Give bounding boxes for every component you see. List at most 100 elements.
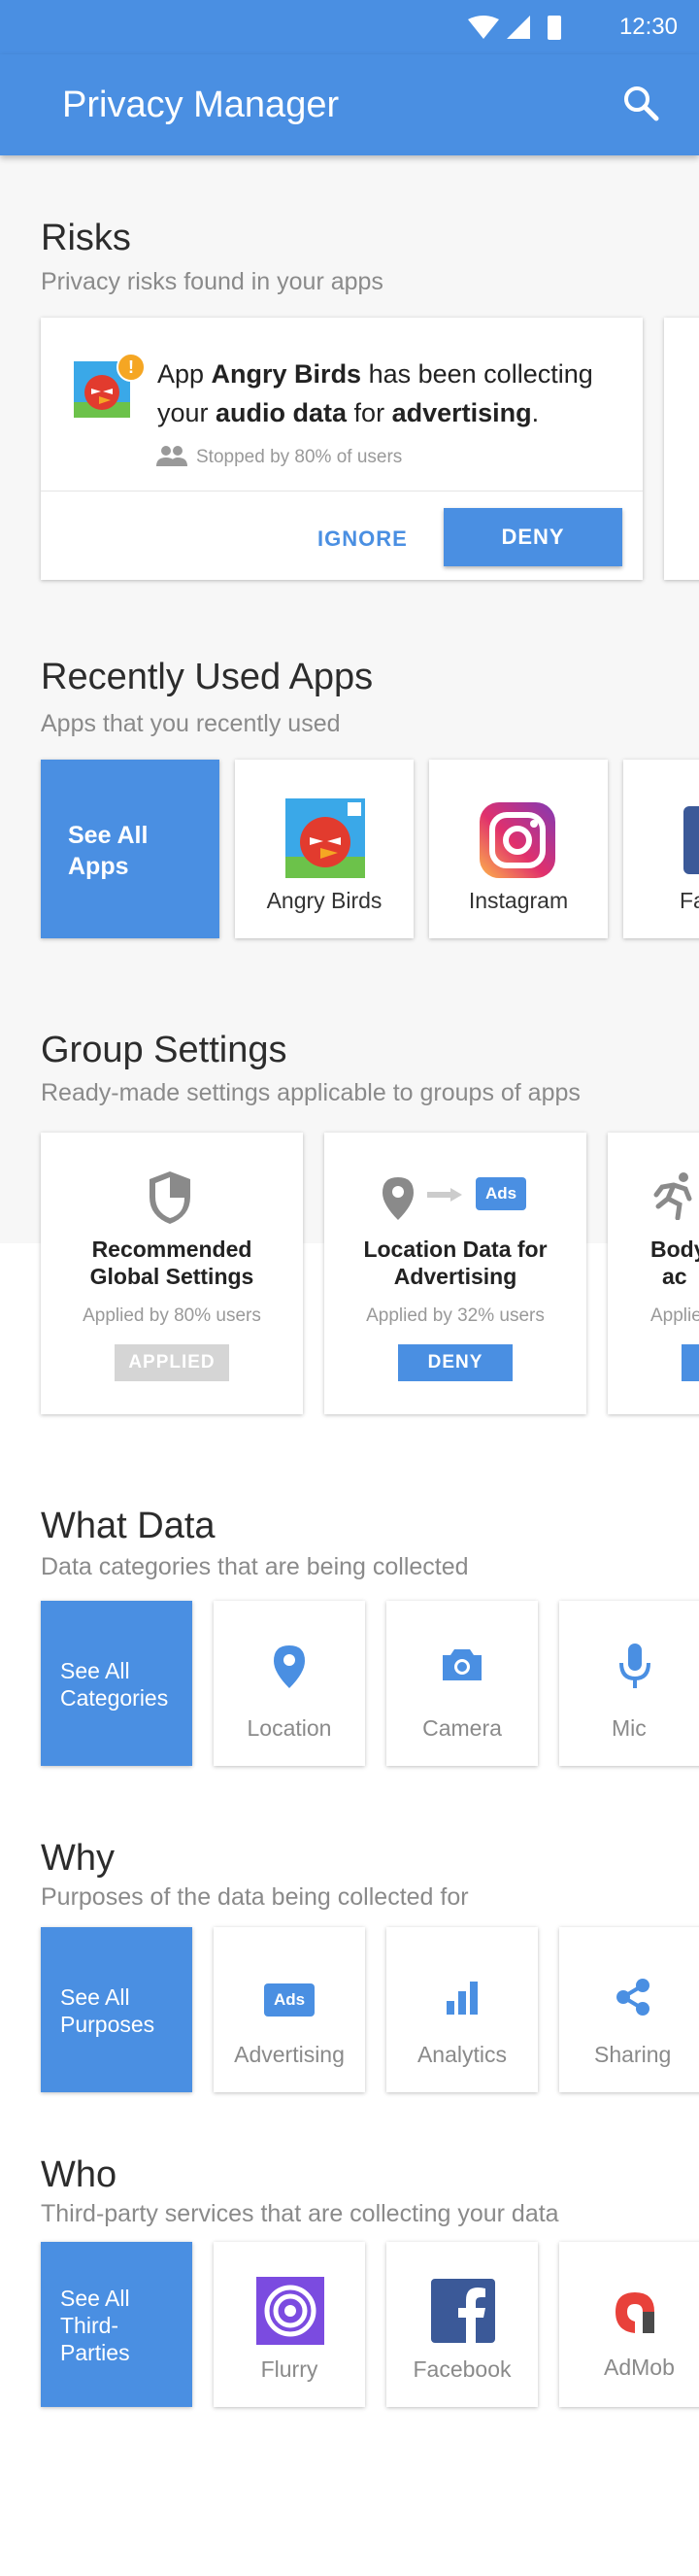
risk-message: App Angry Birds has been collecting your … — [157, 355, 623, 432]
risk-data-type: audio data — [216, 398, 348, 427]
facebook-icon — [683, 806, 699, 874]
share-icon — [616, 1979, 649, 2016]
risk-card-next[interactable] — [664, 318, 699, 580]
app-bar: Privacy Manager — [0, 54, 699, 155]
app-label: Instagram — [468, 888, 569, 913]
see-all-third-parties-line3: Parties — [60, 2340, 130, 2365]
admob-icon — [616, 2292, 654, 2333]
status-bar: 12:30 — [0, 0, 699, 54]
category-label: Camera — [422, 1715, 502, 1741]
microphone-icon — [619, 1644, 650, 1688]
recent-apps-subtitle: Apps that you recently used — [41, 710, 341, 737]
third-party-label: AdMob — [604, 2355, 675, 2380]
third-party-tile-admob[interactable]: AdMob — [559, 2242, 699, 2407]
what-data-subtitle: Data categories that are being collected — [41, 1553, 469, 1580]
app-title: Privacy Manager — [62, 85, 340, 125]
see-all-apps-line1: See All — [68, 822, 149, 849]
deny-button[interactable]: DENY — [444, 508, 622, 566]
risk-line2-prefix: your — [157, 398, 216, 427]
ads-icon: Ads — [264, 1983, 315, 2017]
app-tile-instagram[interactable]: Instagram — [429, 760, 608, 938]
category-tile-location[interactable]: Location — [214, 1601, 365, 1766]
app-tile-angry-birds[interactable]: Angry Birds — [235, 760, 414, 938]
facebook-logo-icon — [431, 2279, 495, 2343]
instagram-icon — [480, 802, 555, 878]
flurry-icon — [256, 2277, 324, 2345]
group-card-title-2: Global Settings — [89, 1264, 254, 1289]
warning-badge-icon: ! — [116, 353, 146, 382]
third-party-tile-flurry[interactable]: Flurry — [214, 2242, 365, 2407]
risk-suffix: . — [531, 398, 540, 427]
third-party-label: Facebook — [413, 2356, 512, 2382]
risk-middle2: for — [347, 398, 392, 427]
group-card-title: Recommended — [91, 1237, 252, 1262]
recent-apps-title: Recently Used Apps — [41, 657, 374, 697]
third-party-label: Flurry — [260, 2356, 318, 2382]
group-card-location-ads[interactable]: Ads Location Data for Advertising Applie… — [324, 1133, 586, 1414]
group-settings-title: Group Settings — [41, 1030, 287, 1070]
group-card-applied: Applie — [650, 1305, 699, 1326]
running-icon — [653, 1172, 692, 1220]
status-icons — [468, 16, 561, 40]
bar-chart-icon — [447, 1982, 478, 2015]
category-label: Mic — [612, 1715, 647, 1741]
risks-subtitle: Privacy risks found in your apps — [41, 268, 383, 295]
purpose-label: Advertising — [234, 2042, 345, 2067]
deny-button[interactable]: DENY — [398, 1344, 513, 1381]
group-card-applied: Applied by 32% users — [366, 1305, 545, 1326]
risk-prefix: App — [157, 359, 212, 389]
see-all-third-parties-line2: Third- — [60, 2313, 119, 2338]
who-subtitle: Third-party services that are collecting… — [41, 2200, 559, 2227]
group-card-recommended[interactable]: Recommended Global Settings Applied by 8… — [41, 1133, 303, 1414]
group-card-title: Body — [650, 1237, 699, 1262]
wifi-icon — [468, 16, 499, 39]
see-all-third-parties-tile[interactable]: See All Third- Parties — [41, 2242, 192, 2407]
camera-icon — [443, 1649, 482, 1680]
group-card-title: Location Data for — [363, 1237, 548, 1262]
angry-birds-icon — [285, 798, 365, 878]
stopped-by-text: Stopped by 80% of users — [196, 447, 403, 467]
what-data-title: What Data — [41, 1506, 216, 1546]
third-party-tile-facebook[interactable]: Facebook — [386, 2242, 538, 2407]
group-card-title-2: ac — [662, 1264, 687, 1289]
risk-card: ! App Angry Birds has been collecting you… — [41, 318, 643, 580]
shield-icon — [150, 1171, 190, 1224]
users-icon — [156, 446, 187, 466]
category-tile-mic[interactable]: Mic — [559, 1601, 699, 1766]
group-card-applied: Applied by 80% users — [83, 1305, 261, 1326]
location-pin-icon — [274, 1645, 305, 1688]
group-card-button[interactable] — [682, 1344, 699, 1381]
signal-icon — [507, 16, 530, 39]
purpose-tile-advertising[interactable]: Ads Advertising — [214, 1927, 365, 2092]
category-tile-camera[interactable]: Camera — [386, 1601, 538, 1766]
see-all-categories-tile[interactable]: See All Categories — [41, 1601, 192, 1766]
who-title: Who — [41, 2154, 117, 2195]
why-subtitle: Purposes of the data being collected for — [41, 1883, 469, 1911]
group-card-body-activity[interactable]: Body ac Applie — [608, 1133, 699, 1414]
ignore-button[interactable]: IGNORE — [317, 526, 408, 552]
group-card-title-2: Advertising — [393, 1264, 517, 1289]
app-label: Fac — [680, 888, 699, 913]
battery-icon — [548, 16, 561, 40]
purpose-label: Analytics — [416, 2042, 508, 2067]
app-tile-facebook[interactable]: Fac — [623, 760, 699, 938]
purpose-label: Sharing — [594, 2042, 672, 2067]
ads-badge-label: Ads — [484, 1184, 517, 1203]
purpose-tile-sharing[interactable]: Sharing — [559, 1927, 699, 2092]
see-all-categories-line2: Categories — [60, 1685, 169, 1711]
app-label: Angry Birds — [266, 888, 383, 913]
risk-purpose: advertising — [391, 398, 532, 427]
see-all-apps-tile[interactable]: See All Apps — [41, 760, 219, 938]
purpose-tile-analytics[interactable]: Analytics — [386, 1927, 538, 2092]
applied-button[interactable]: APPLIED — [115, 1344, 229, 1381]
search-icon[interactable] — [617, 80, 666, 128]
see-all-categories-line1: See All — [60, 1658, 130, 1683]
category-label: Location — [247, 1715, 332, 1741]
see-all-purposes-line1: See All — [60, 1984, 130, 2010]
risks-title: Risks — [41, 218, 131, 258]
see-all-purposes-line2: Purposes — [60, 2012, 155, 2037]
see-all-purposes-tile[interactable]: See All Purposes — [41, 1927, 192, 2092]
risk-middle1: has been collecting — [361, 359, 593, 389]
group-settings-subtitle: Ready-made settings applicable to groups… — [41, 1079, 581, 1106]
status-time: 12:30 — [618, 14, 678, 40]
